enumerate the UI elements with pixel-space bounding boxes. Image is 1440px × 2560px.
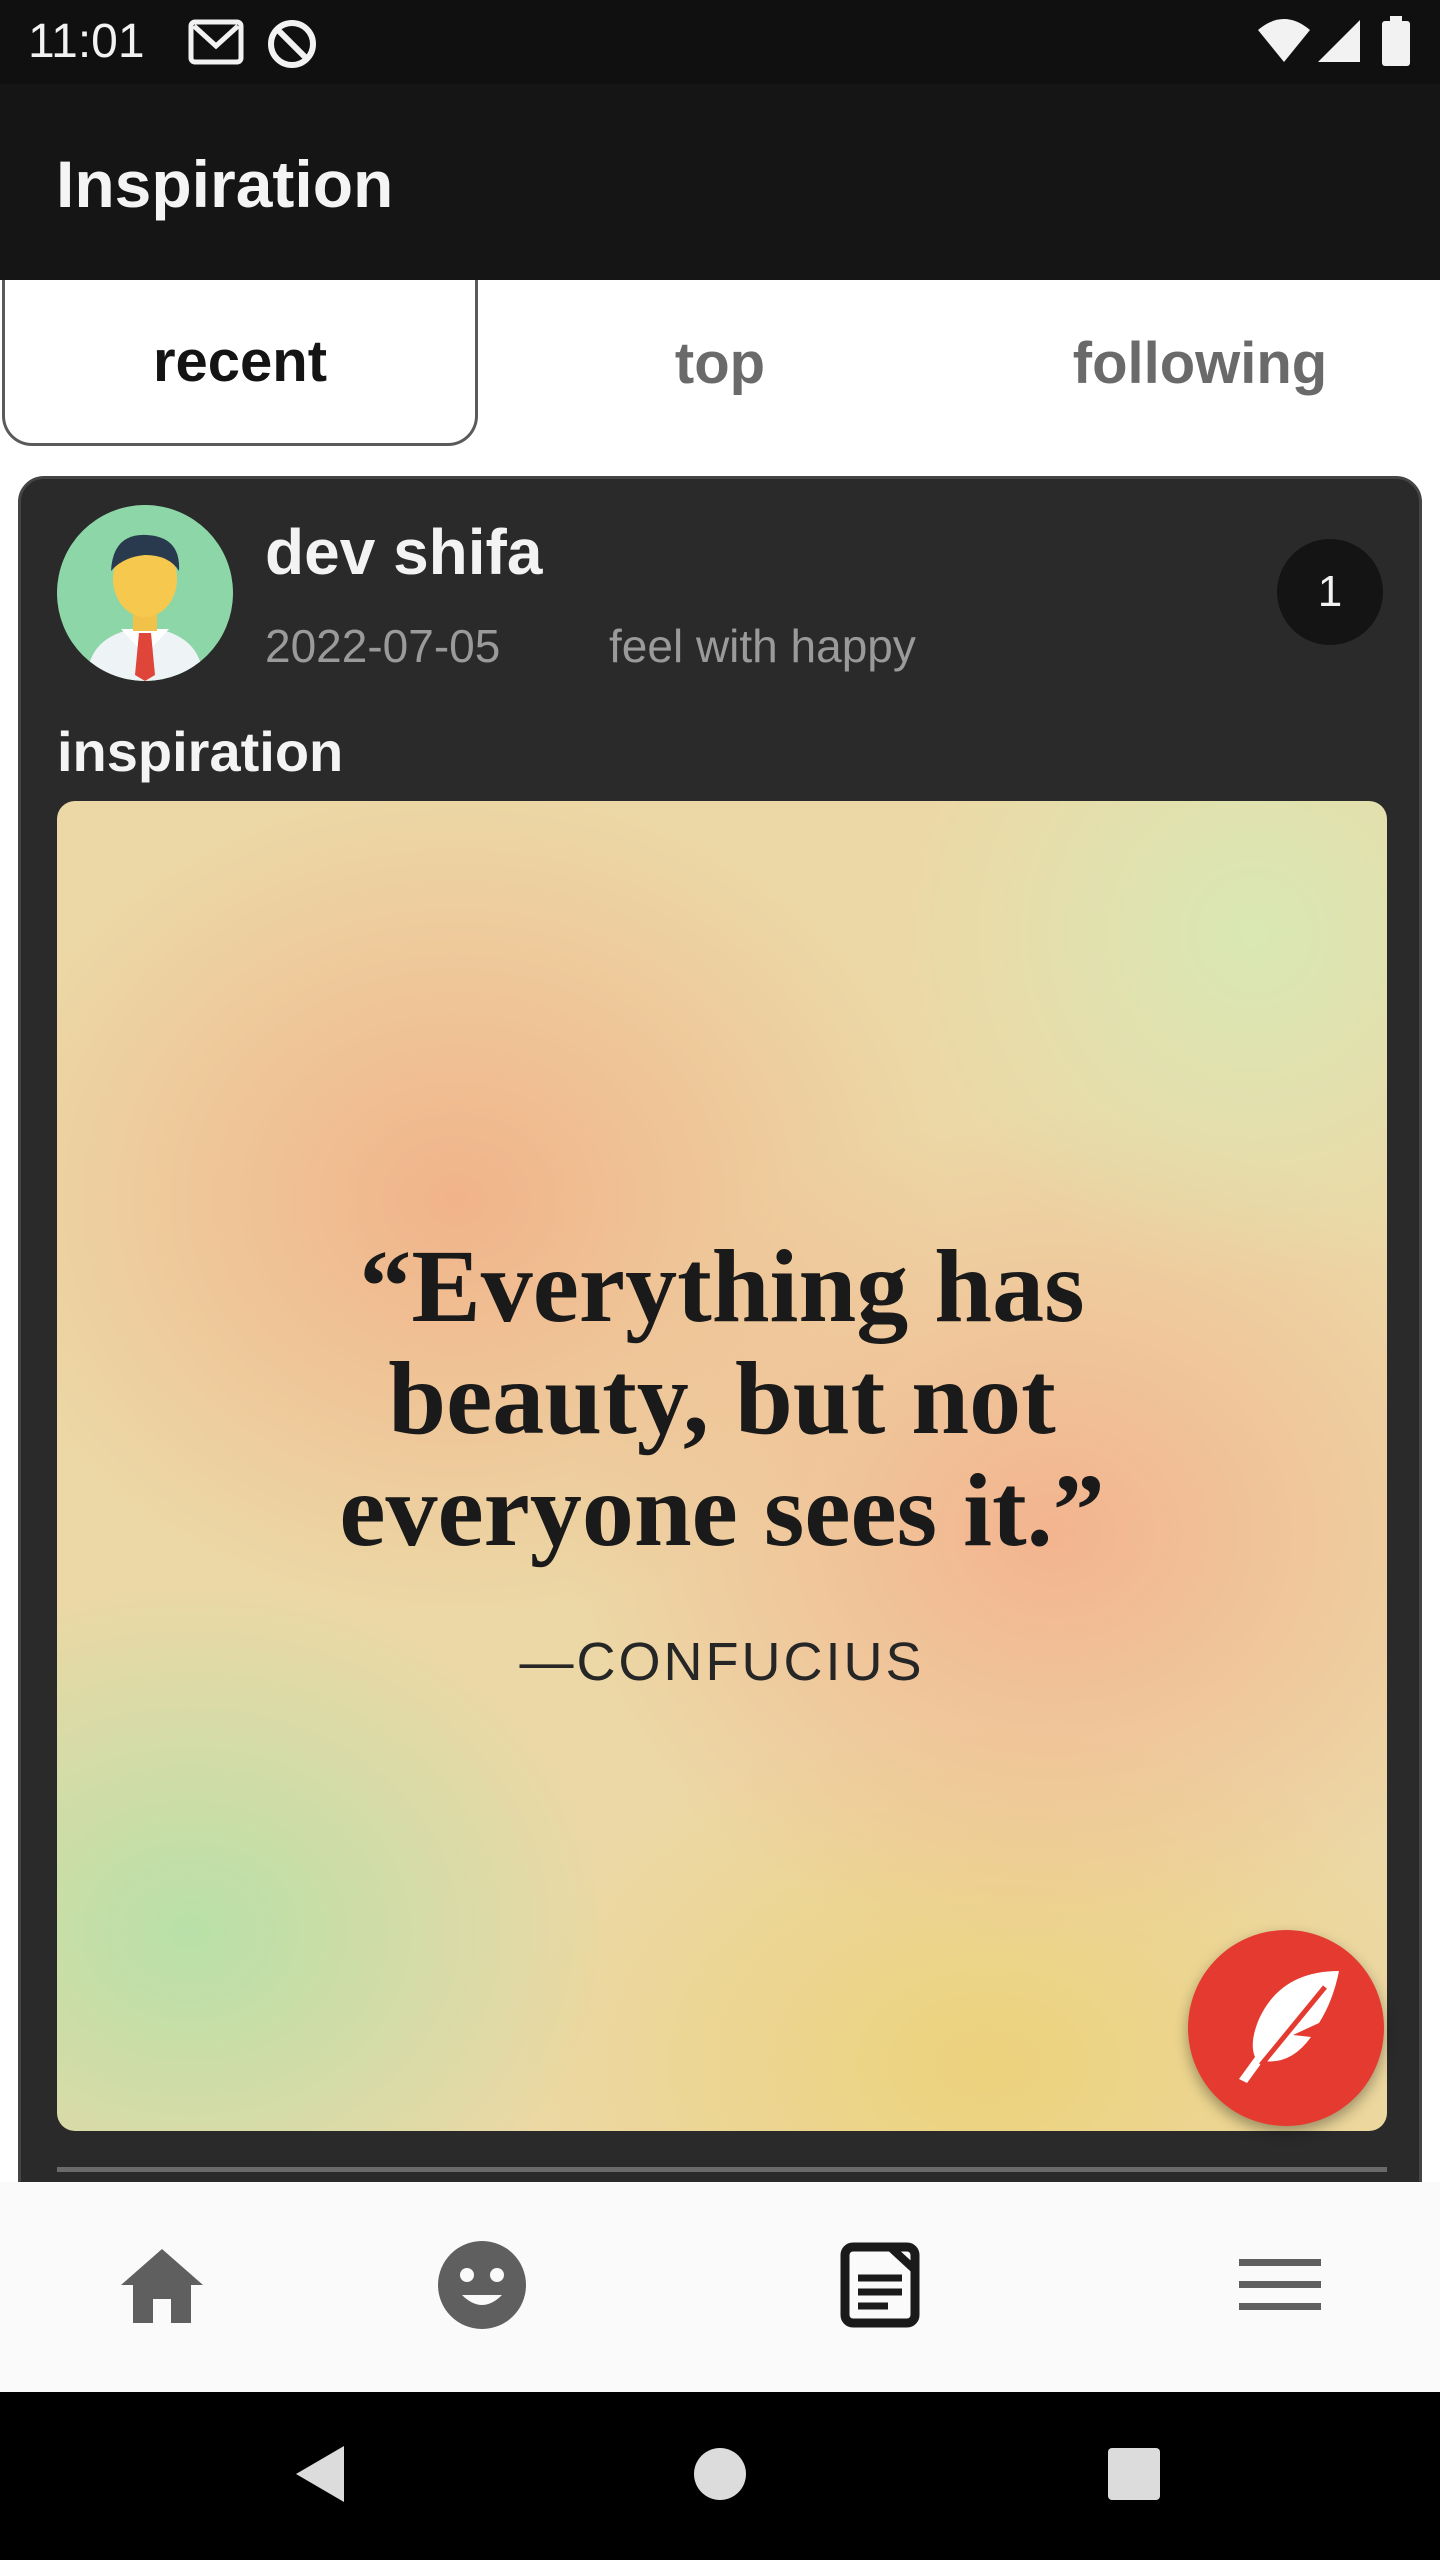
tab-bar: recent top following xyxy=(0,280,1440,460)
nav-mood[interactable] xyxy=(382,2182,582,2392)
document-icon xyxy=(840,2242,920,2333)
wifi-icon xyxy=(1256,16,1312,69)
tab-recent[interactable]: recent xyxy=(2,280,478,446)
nav-home[interactable] xyxy=(62,2182,262,2392)
avatar[interactable] xyxy=(57,505,233,681)
nav-posts[interactable] xyxy=(780,2182,980,2392)
system-back-button[interactable] xyxy=(260,2392,380,2560)
smiley-icon xyxy=(436,2239,528,2336)
gmail-icon xyxy=(188,18,244,71)
nav-menu[interactable] xyxy=(1180,2182,1380,2392)
do-not-disturb-icon xyxy=(266,18,318,75)
status-time: 11:01 xyxy=(28,15,145,68)
compose-fab-button[interactable] xyxy=(1188,1930,1384,2126)
post-author[interactable]: dev shifa xyxy=(265,515,542,589)
recents-icon xyxy=(1106,2446,1162,2507)
system-home-button[interactable] xyxy=(660,2392,780,2560)
back-icon xyxy=(290,2442,350,2511)
feather-icon xyxy=(1221,1961,1351,2096)
signal-icon xyxy=(1314,16,1362,69)
post-date: 2022-07-05 xyxy=(265,620,501,672)
tab-top[interactable]: top xyxy=(480,280,960,446)
post-mood: feel with happy xyxy=(609,620,916,672)
tab-following[interactable]: following xyxy=(960,280,1440,446)
status-bar: 11:01 xyxy=(0,0,1440,84)
menu-icon xyxy=(1239,2257,1321,2318)
page-title: Inspiration xyxy=(56,147,394,221)
divider xyxy=(57,2167,1387,2172)
bottom-nav xyxy=(0,2182,1440,2392)
post-title: inspiration xyxy=(57,720,344,783)
system-nav-bar xyxy=(0,2392,1440,2560)
app-bar: Inspiration xyxy=(0,84,1440,280)
home-circle-icon xyxy=(692,2446,748,2507)
post-image[interactable]: “Everything has beauty, but not everyone… xyxy=(57,801,1387,2131)
post-count-badge: 1 xyxy=(1277,539,1383,645)
post-card[interactable]: dev shifa 2022-07-05 feel with happy 1 i… xyxy=(18,476,1422,2182)
image-quote-text: “Everything has beauty, but not everyone… xyxy=(339,1229,1105,1568)
battery-icon xyxy=(1382,16,1410,71)
home-icon xyxy=(117,2245,207,2330)
image-quote-author: —CONFUCIUS xyxy=(519,1632,925,1692)
system-recents-button[interactable] xyxy=(1074,2392,1194,2560)
post-feed: dev shifa 2022-07-05 feel with happy 1 i… xyxy=(0,460,1440,2182)
